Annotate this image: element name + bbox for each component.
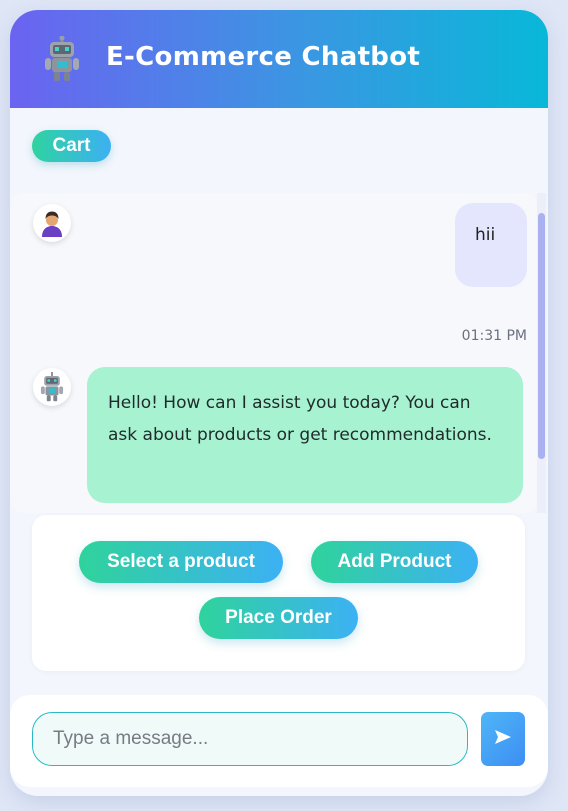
robot-icon bbox=[42, 35, 82, 82]
composer-bar bbox=[10, 695, 548, 787]
message-input[interactable] bbox=[32, 712, 468, 766]
message-list[interactable]: hii 01:31 PM Hello! How can I assist you… bbox=[10, 193, 538, 513]
message-timestamp: 01:31 PM bbox=[461, 328, 527, 344]
send-icon bbox=[494, 729, 512, 750]
select-product-button[interactable]: Select a product bbox=[79, 541, 283, 583]
send-button[interactable] bbox=[481, 712, 525, 766]
user-message-bubble: hii bbox=[455, 203, 527, 287]
bot-avatar-icon bbox=[33, 368, 71, 406]
chat-header: E-Commerce Chatbot bbox=[10, 10, 548, 108]
place-order-button[interactable]: Place Order bbox=[199, 597, 358, 639]
bot-message-bubble: Hello! How can I assist you today? You c… bbox=[87, 367, 523, 503]
add-product-button[interactable]: Add Product bbox=[311, 541, 478, 583]
cart-button[interactable]: Cart bbox=[32, 130, 111, 162]
app-title: E-Commerce Chatbot bbox=[106, 42, 421, 72]
chatbot-window: E-Commerce Chatbot Cart hii 01:31 PM Hel… bbox=[10, 10, 548, 796]
quick-actions-panel: Select a product Add Product Place Order bbox=[32, 515, 525, 671]
chat-scrollbar[interactable] bbox=[537, 193, 546, 513]
scrollbar-thumb[interactable] bbox=[538, 213, 545, 459]
user-avatar-icon bbox=[33, 204, 71, 242]
